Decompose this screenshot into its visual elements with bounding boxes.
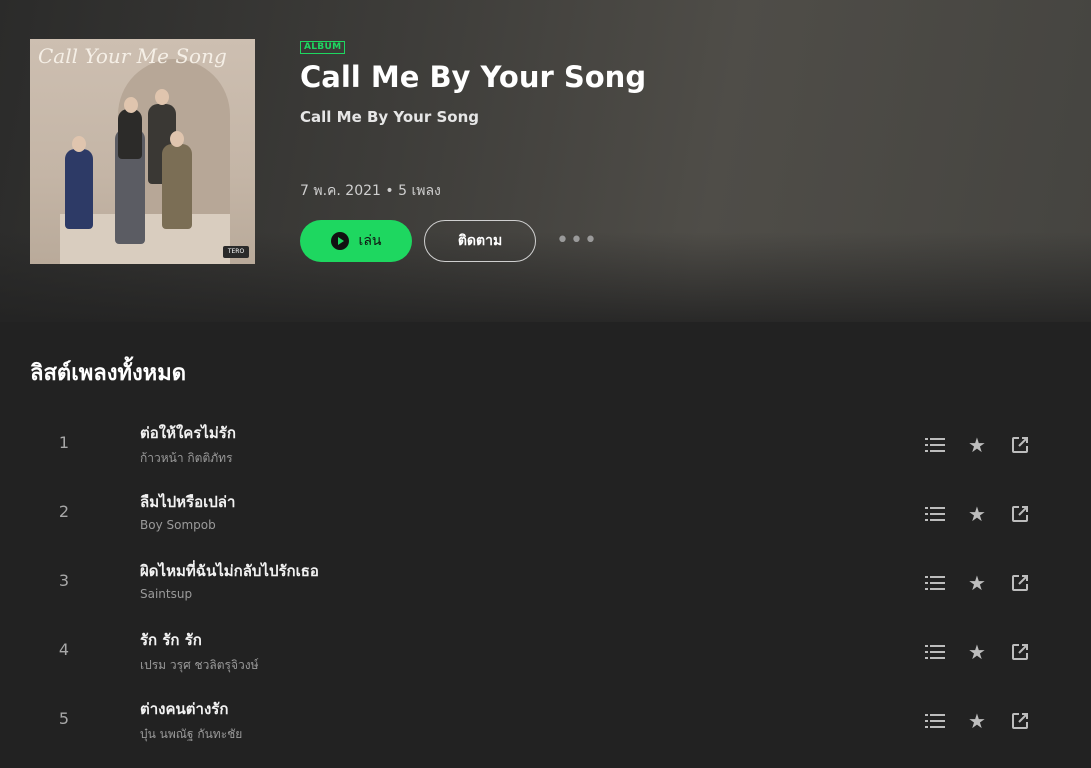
cover-person-head: [72, 136, 86, 152]
track-row[interactable]: 4 รัก รัก รัก เปรม วรุศ ชวลิตรุจิวงษ์ ★: [0, 620, 1091, 689]
track-actions: ★: [924, 571, 1031, 595]
cover-person-head: [155, 89, 169, 105]
star-icon[interactable]: ★: [966, 571, 988, 595]
track-row[interactable]: 5 ต่างคนต่างรัก บุ๋น นพณัฐ กันทะชัย ★: [0, 689, 1091, 758]
follow-button-label: ติดตาม: [457, 233, 503, 249]
track-artist[interactable]: Boy Sompob: [140, 518, 216, 532]
track-title[interactable]: รัก รัก รัก: [140, 628, 202, 652]
play-icon: [330, 232, 349, 250]
album-meta: 7 พ.ค. 2021 • 5 เพลง: [300, 183, 441, 199]
track-title[interactable]: ต่างคนต่างรัก: [140, 697, 228, 721]
external-link-icon[interactable]: [1009, 572, 1031, 594]
play-button[interactable]: เล่น: [300, 220, 412, 262]
star-icon[interactable]: ★: [966, 709, 988, 733]
queue-icon[interactable]: [924, 503, 946, 525]
cover-person: [65, 149, 93, 229]
album-title: Call Me By Your Song: [300, 60, 647, 94]
queue-icon[interactable]: [924, 572, 946, 594]
external-link-icon[interactable]: [1009, 503, 1031, 525]
track-row[interactable]: 3 ผิดไหมที่ฉันไม่กลับไปรักเธอ Saintsup ★: [0, 551, 1091, 620]
more-options-icon[interactable]: •••: [556, 230, 598, 252]
queue-icon[interactable]: [924, 434, 946, 456]
star-icon[interactable]: ★: [966, 640, 988, 664]
external-link-icon[interactable]: [1009, 434, 1031, 456]
track-title[interactable]: ผิดไหมที่ฉันไม่กลับไปรักเธอ: [140, 559, 319, 583]
track-number: 4: [58, 640, 70, 659]
cover-person-head: [170, 131, 184, 147]
cover-label-logo: TERO: [223, 246, 249, 258]
star-icon[interactable]: ★: [966, 502, 988, 526]
album-artist-link[interactable]: Call Me By Your Song: [300, 108, 479, 126]
album-type-badge: ALBUM: [300, 41, 346, 54]
track-number: 1: [58, 433, 70, 452]
track-artist[interactable]: เปรม วรุศ ชวลิตรุจิวงษ์: [140, 656, 259, 675]
track-title[interactable]: ต่อให้ใครไม่รัก: [140, 421, 236, 445]
follow-button[interactable]: ติดตาม: [424, 220, 536, 262]
cover-person: [118, 109, 142, 159]
track-title[interactable]: ลืมไปหรือเปล่า: [140, 490, 235, 514]
track-row[interactable]: 1 ต่อให้ใครไม่รัก ก้าวหน้า กิตติภัทร ★: [0, 413, 1091, 482]
track-artist[interactable]: ก้าวหน้า กิตติภัทร: [140, 449, 233, 468]
track-actions: ★: [924, 433, 1031, 457]
cover-person-head: [124, 97, 138, 113]
track-artist[interactable]: บุ๋น นพณัฐ กันทะชัย: [140, 725, 242, 744]
cover-person: [162, 144, 192, 229]
track-row[interactable]: 2 ลืมไปหรือเปล่า Boy Sompob ★: [0, 482, 1091, 551]
track-number: 3: [58, 571, 70, 590]
play-button-label: เล่น: [358, 233, 382, 249]
track-actions: ★: [924, 709, 1031, 733]
external-link-icon[interactable]: [1009, 710, 1031, 732]
track-number: 5: [58, 709, 70, 728]
queue-icon[interactable]: [924, 710, 946, 732]
external-link-icon[interactable]: [1009, 641, 1031, 663]
track-number: 2: [58, 502, 70, 521]
tracklist-title: ลิสต์เพลงทั้งหมด: [30, 361, 186, 386]
queue-icon[interactable]: [924, 641, 946, 663]
cover-script-text: Call Your Me Song: [38, 44, 227, 68]
track-actions: ★: [924, 640, 1031, 664]
star-icon[interactable]: ★: [966, 433, 988, 457]
track-artist[interactable]: Saintsup: [140, 587, 192, 601]
track-actions: ★: [924, 502, 1031, 526]
album-cover: Call Your Me Song TERO: [30, 39, 255, 264]
